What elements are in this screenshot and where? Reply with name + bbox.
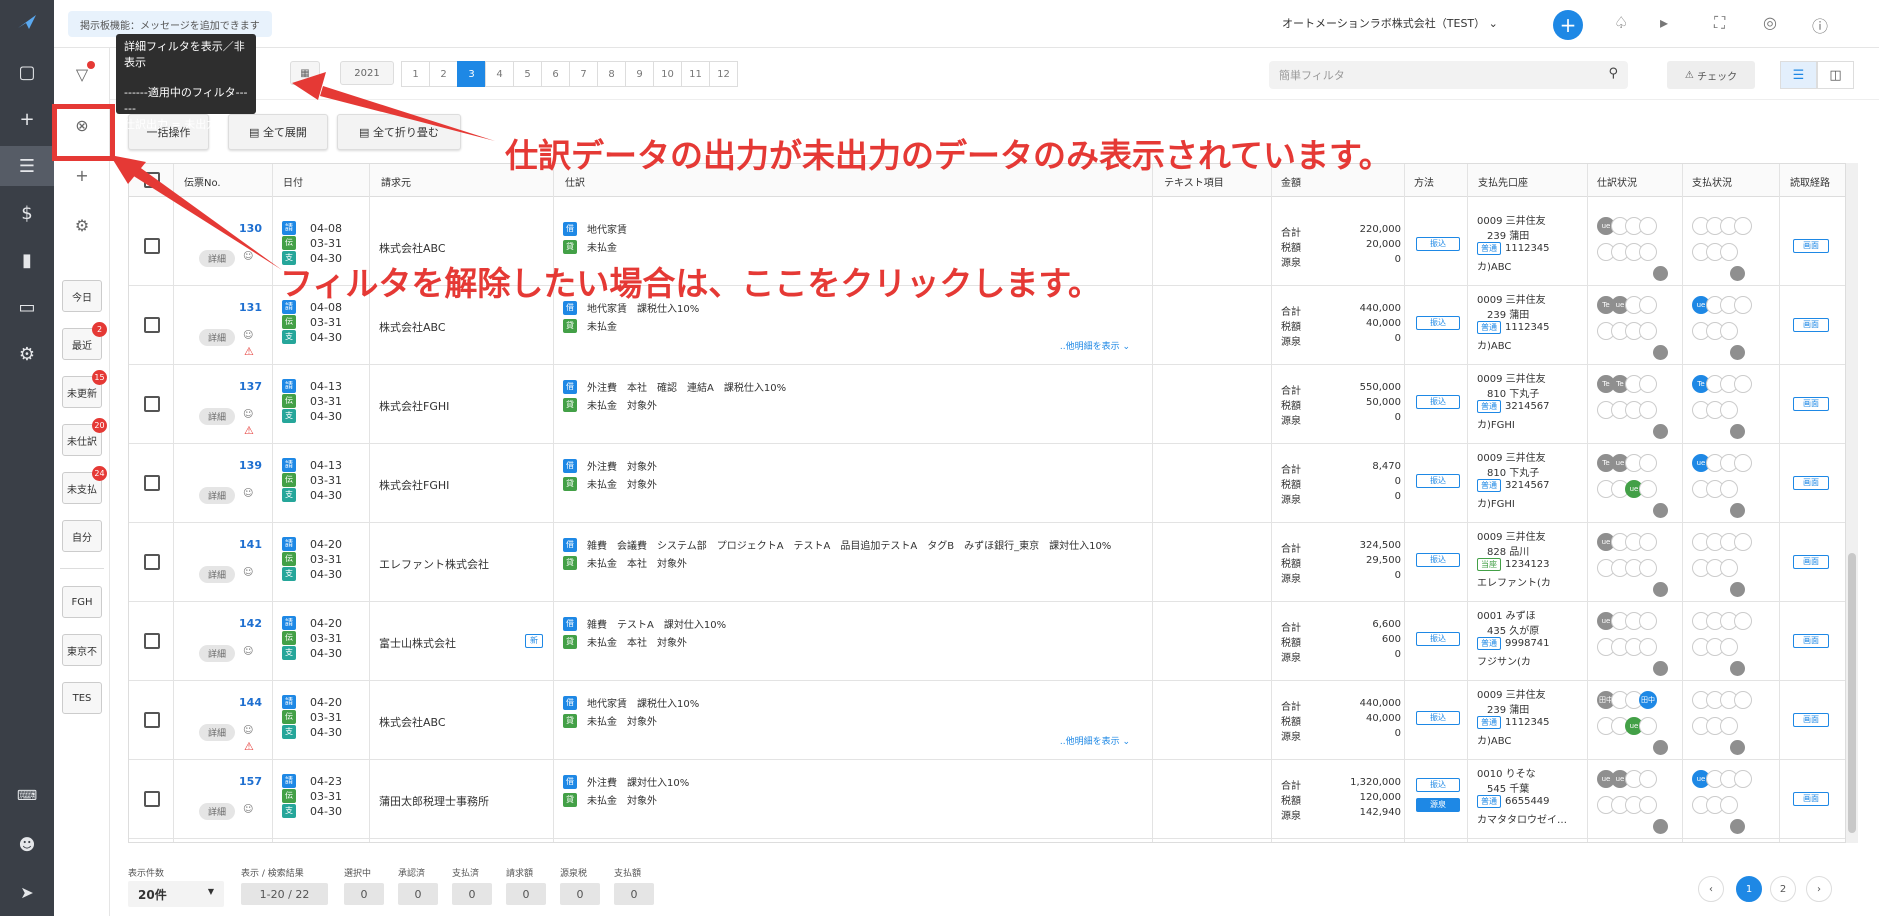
- annotation-text: 仕訳データの出力が未出力のデータのみ表示されています。: [505, 136, 1392, 175]
- arrow-shaft: [132, 166, 282, 270]
- arrow-shaft: [320, 86, 495, 141]
- annotation-text: フィルタを解除したい場合は、ここをクリックします。: [280, 264, 1102, 303]
